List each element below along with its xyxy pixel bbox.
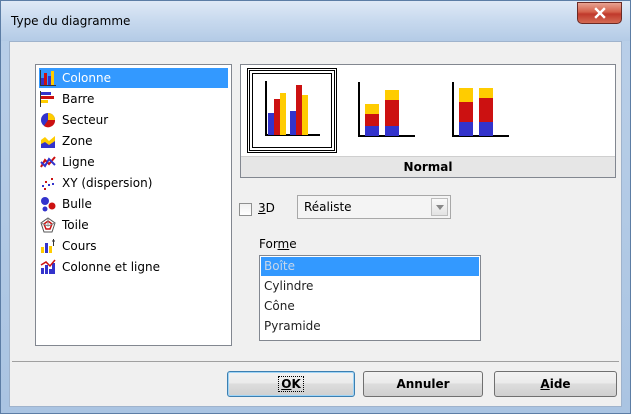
button-separator — [12, 361, 619, 362]
title-bar[interactable]: Type du diagramme — [1, 1, 630, 41]
shape-label-pre: For — [259, 237, 278, 251]
chart-type-label: Cours — [62, 239, 97, 253]
stacked-column-variant-icon — [358, 82, 415, 137]
chart-type-item-xy[interactable]: XY (dispersion) — [39, 173, 228, 193]
ok-accesskey: O — [281, 377, 292, 391]
help-button[interactable]: Aide — [494, 371, 617, 397]
chart-type-item-colonne-ligne[interactable]: Colonne et ligne — [39, 257, 228, 277]
ok-button[interactable]: OK — [227, 371, 355, 397]
3d-label-rest: D — [265, 201, 275, 215]
chart-type-list[interactable]: Colonne Barre Secteur Zone Ligne XY (dis… — [35, 64, 232, 346]
chart-type-label: Toile — [62, 218, 89, 232]
cancel-button[interactable]: Annuler — [363, 371, 483, 397]
help-label-rest: ide — [549, 377, 571, 391]
ok-button-label: OK — [278, 376, 304, 392]
chart-type-label: Barre — [62, 92, 95, 106]
percent-stacked-column-variant-icon — [452, 82, 509, 137]
chart-type-label: Ligne — [62, 155, 95, 169]
shape-label-post: e — [289, 237, 297, 251]
bubble-chart-icon — [41, 197, 56, 212]
shape-label-accesskey: m — [277, 237, 290, 251]
help-accesskey: A — [540, 377, 550, 391]
chart-type-label: Bulle — [62, 197, 92, 211]
dialog-window: Type du diagramme Colonne Barre Secteur … — [0, 0, 631, 414]
shape-list[interactable]: Boîte Cylindre Cône Pyramide — [259, 255, 481, 341]
chart-type-item-colonne[interactable]: Colonne — [39, 68, 228, 88]
3d-scheme-value: Réaliste — [304, 200, 352, 214]
area-chart-icon — [41, 136, 55, 148]
ok-label-rest: K — [291, 377, 301, 391]
variant-stacked[interactable] — [341, 68, 431, 153]
shape-item-boite[interactable]: Boîte — [261, 257, 479, 276]
shape-item-cone[interactable]: Cône — [261, 297, 479, 316]
3d-label: 3D — [258, 201, 275, 215]
chart-type-item-cours[interactable]: Cours — [39, 236, 228, 256]
stock-chart-icon — [41, 239, 55, 253]
variant-percent-stacked[interactable] — [435, 68, 525, 153]
shape-label: Forme — [259, 237, 297, 251]
close-button[interactable] — [577, 2, 622, 24]
dialog-content: Colonne Barre Secteur Zone Ligne XY (dis… — [9, 41, 622, 407]
pie-chart-icon — [41, 113, 56, 128]
chevron-down-icon — [435, 204, 444, 210]
close-icon — [593, 7, 606, 19]
net-chart-icon — [40, 217, 56, 233]
chart-type-label: XY (dispersion) — [62, 176, 153, 190]
3d-scheme-select[interactable]: Réaliste — [297, 195, 451, 219]
chart-type-label: Zone — [62, 134, 93, 148]
chart-type-label: Secteur — [62, 113, 109, 127]
3d-checkbox[interactable] — [239, 203, 252, 216]
chart-type-item-toile[interactable]: Toile — [39, 215, 228, 235]
variant-caption: Normal — [241, 156, 615, 177]
chart-type-item-zone[interactable]: Zone — [39, 131, 228, 151]
chart-type-label: Colonne et ligne — [62, 260, 160, 274]
column-line-chart-icon — [40, 259, 56, 274]
chart-type-item-barre[interactable]: Barre — [39, 89, 228, 109]
dropdown-arrow-button[interactable] — [431, 198, 448, 216]
chart-type-label: Colonne — [62, 71, 111, 85]
window-title: Type du diagramme — [11, 14, 131, 28]
bar-chart-icon — [40, 91, 54, 107]
shape-item-pyramide[interactable]: Pyramide — [261, 317, 479, 336]
line-chart-icon — [40, 156, 56, 168]
chart-type-item-secteur[interactable]: Secteur — [39, 110, 228, 130]
variant-normal[interactable] — [247, 68, 337, 153]
chart-type-item-ligne[interactable]: Ligne — [39, 152, 228, 172]
chart-type-item-bulle[interactable]: Bulle — [39, 194, 228, 214]
chart-variant-panel: Normal — [240, 64, 616, 178]
normal-column-variant-icon — [265, 81, 320, 136]
3d-label-accesskey: 3 — [258, 201, 266, 215]
scatter-chart-icon — [42, 178, 54, 190]
shape-item-cylindre[interactable]: Cylindre — [261, 277, 479, 296]
column-chart-icon — [40, 70, 56, 86]
